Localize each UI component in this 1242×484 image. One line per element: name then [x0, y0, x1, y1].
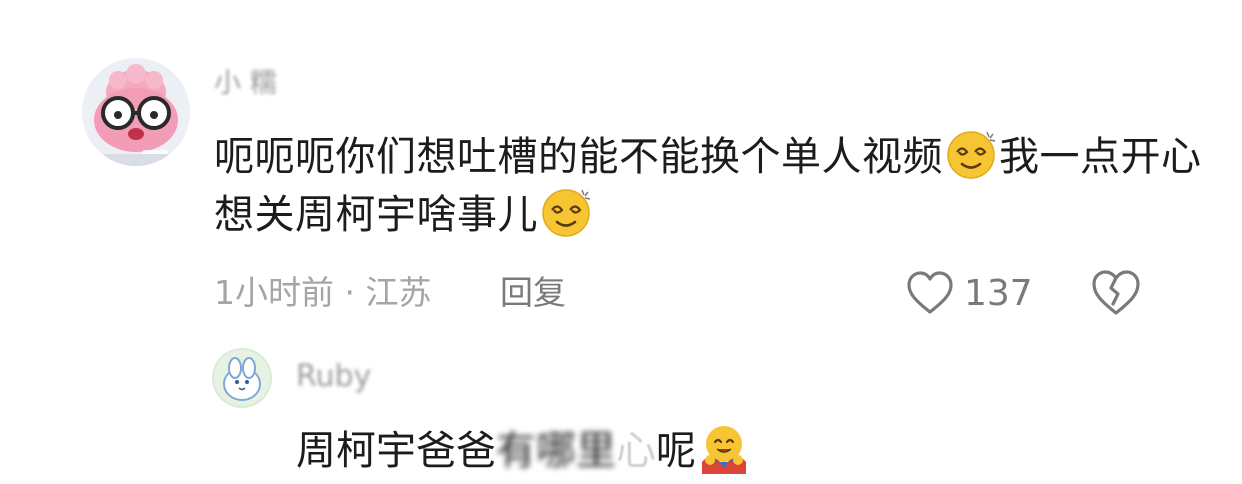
reply-text-end: 呢	[656, 428, 696, 474]
reply-text: 周柯宇爸爸有哪里心呢	[296, 422, 752, 480]
reply-text-watermark: 心	[616, 428, 656, 474]
comment-text: 呃呃呃你们想吐槽的能不能换个单人视频 我一点开心想关周柯宇啥事儿	[214, 128, 1204, 244]
dizzy-face-emoji-icon	[542, 189, 591, 237]
reply-text-clear: 周柯宇爸爸	[296, 428, 496, 474]
like-count: 137	[964, 272, 1033, 314]
dislike-button[interactable]	[1090, 268, 1142, 318]
reply-username[interactable]: Ruby	[296, 362, 371, 392]
hugging-face-emoji-icon	[702, 426, 746, 474]
dizzy-face-emoji-icon	[947, 131, 996, 179]
comment-time-location: 1小时前 · 江苏	[214, 273, 432, 312]
commenter-username[interactable]: 小 糯	[214, 70, 277, 97]
commenter-avatar[interactable]	[82, 58, 190, 166]
reply-avatar[interactable]	[212, 348, 272, 408]
reply-button[interactable]: 回复	[500, 273, 566, 313]
reply-text-obscured: 有哪里	[496, 428, 616, 474]
comment-text-part1: 呃呃呃你们想吐槽的能不能换个单人视频	[214, 134, 943, 180]
like-button[interactable]: 137	[906, 269, 1033, 317]
broken-heart-icon[interactable]	[1090, 268, 1142, 318]
heart-icon[interactable]	[906, 270, 954, 316]
